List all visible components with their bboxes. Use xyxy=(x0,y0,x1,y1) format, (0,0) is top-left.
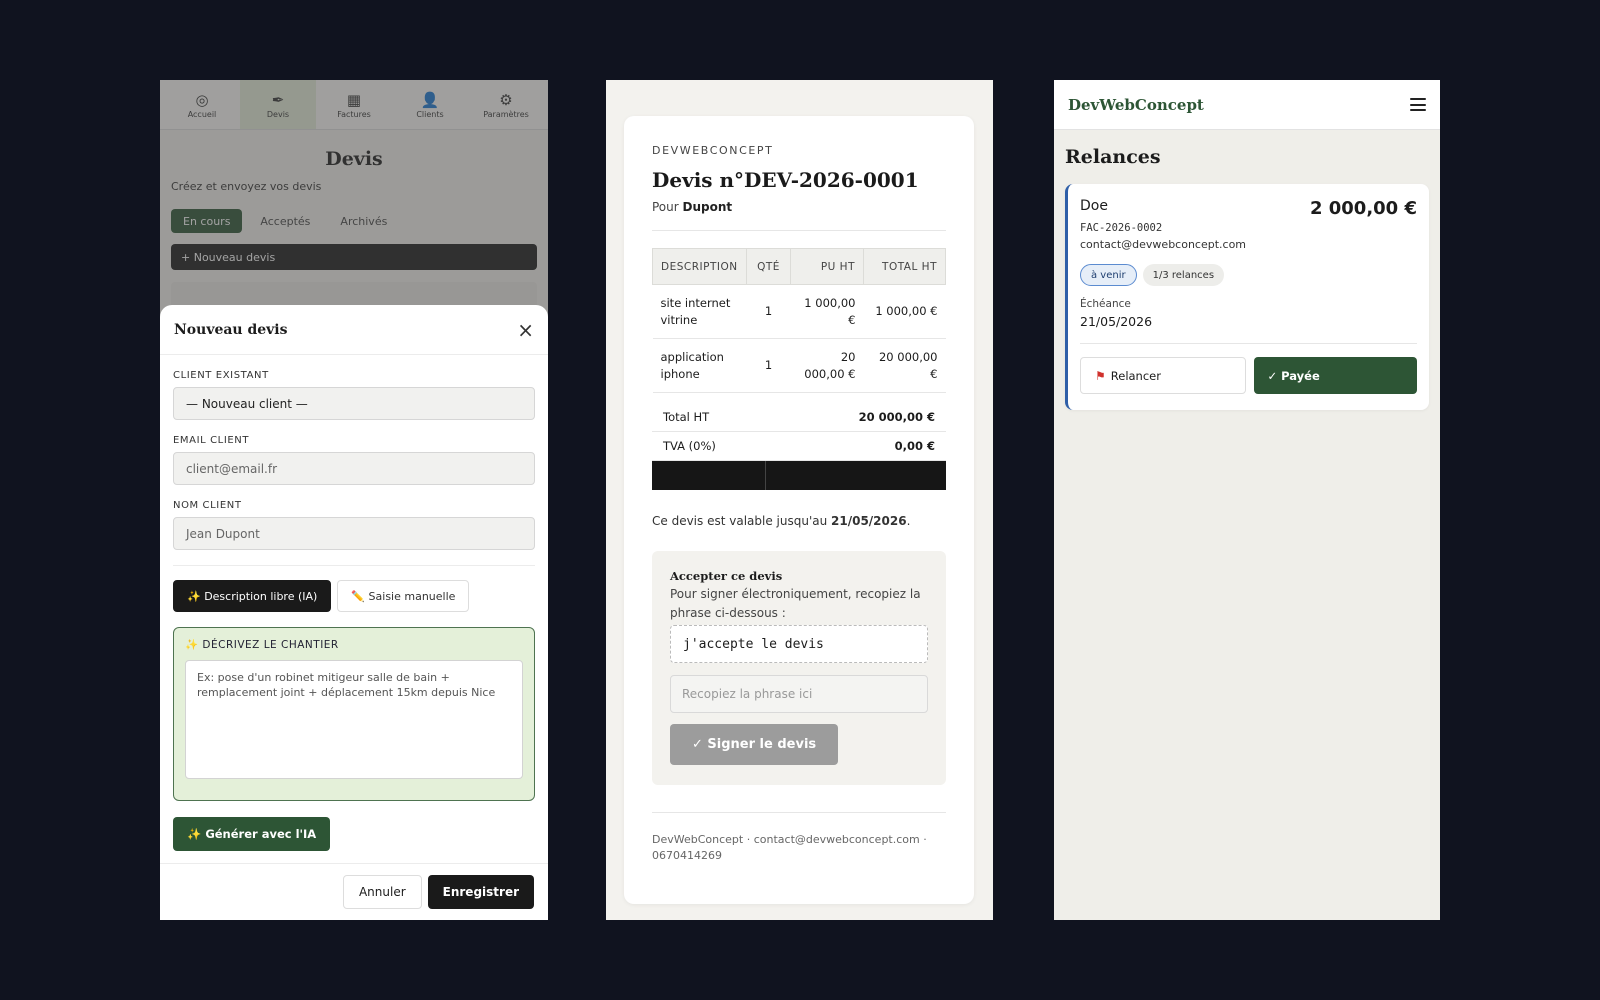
validity-prefix: Ce devis est valable jusqu'au xyxy=(652,514,832,528)
divider xyxy=(652,812,946,813)
email-label: EMAIL CLIENT xyxy=(173,435,250,446)
close-icon[interactable]: × xyxy=(517,320,534,340)
total-ht-value: 20 000,00 € xyxy=(858,410,935,424)
validity-date: 21/05/2026 xyxy=(831,514,907,528)
row-qty: 1 xyxy=(746,338,791,393)
app-header: DevWebConcept xyxy=(1054,80,1440,130)
invoice-ref: FAC-2026-0002 xyxy=(1080,222,1163,234)
name-label: NOM CLIENT xyxy=(173,500,242,511)
relancer-button[interactable]: ⚑ Relancer xyxy=(1080,357,1246,394)
totals: Total HT 20 000,00 € TVA (0%) 0,00 € xyxy=(652,403,946,490)
tva-row: TVA (0%) 0,00 € xyxy=(652,432,946,461)
total-ht-row: Total HT 20 000,00 € xyxy=(652,403,946,432)
signature-input[interactable]: Recopiez la phrase ici xyxy=(670,675,928,713)
row-unit-price: 20 000,00 € xyxy=(790,338,864,393)
signature-phrase: j'accepte le devis xyxy=(670,625,928,663)
accept-title: Accepter ce devis xyxy=(670,569,783,583)
page-title: Relances xyxy=(1065,146,1161,168)
col-total: TOTAL HT xyxy=(863,248,946,285)
col-qty: QTÉ xyxy=(746,248,791,285)
table-row: site internet vitrine 1 1 000,00 € 1 000… xyxy=(652,284,946,339)
cancel-button[interactable]: Annuler xyxy=(342,875,422,909)
mailbox-icon: ⚑ xyxy=(1095,368,1106,383)
quote-screen: DEVWEBCONCEPT Devis n°DEV-2026-0001 Pour… xyxy=(606,80,993,920)
accept-description: Pour signer électroniquement, recopiez l… xyxy=(670,587,921,620)
mark-paid-button[interactable]: ✓ Payée xyxy=(1253,357,1417,394)
accept-section: Accepter ce devis Pour signer électroniq… xyxy=(652,551,946,785)
col-unit-price: PU HT xyxy=(790,248,864,285)
due-label: Échéance xyxy=(1080,298,1131,310)
menu-icon[interactable] xyxy=(1410,98,1426,111)
client-email: contact@devwebconcept.com xyxy=(1080,238,1247,251)
col-description: DESCRIPTION xyxy=(652,248,747,285)
divider xyxy=(173,565,535,566)
mode-manual-button[interactable]: ✏️ Saisie manuelle xyxy=(337,580,470,612)
new-quote-modal: Nouveau devis × CLIENT EXISTANT — Nouvea… xyxy=(160,305,548,920)
generate-ai-button[interactable]: ✨ Générer avec l'IA xyxy=(173,817,331,851)
table-row: application iphone 1 20 000,00 € 20 000,… xyxy=(652,338,946,393)
mode-switch: ✨ Description libre (IA) ✏️ Saisie manue… xyxy=(173,580,535,612)
describe-label: ✨ DÉCRIVEZ LE CHANTIER xyxy=(185,639,339,651)
row-description: site internet vitrine xyxy=(652,284,747,339)
quote-title: Devis n°DEV-2026-0001 xyxy=(652,168,919,192)
divider xyxy=(652,230,946,231)
modal-title: Nouveau devis xyxy=(174,321,288,338)
total-ttc-label-cell xyxy=(652,461,766,490)
email-field[interactable]: client@email.fr xyxy=(173,452,535,485)
ai-description-box: ✨ DÉCRIVEZ LE CHANTIER Ex: pose d'un rob… xyxy=(173,627,535,801)
modal-header: Nouveau devis × xyxy=(160,305,548,355)
brand-name: DEVWEBCONCEPT xyxy=(652,144,774,157)
reminders-screen: DevWebConcept Relances Doe 2 000,00 € FA… xyxy=(1054,80,1440,920)
row-description: application iphone xyxy=(652,338,747,393)
badges: à venir 1/3 relances xyxy=(1080,264,1417,286)
divider xyxy=(1080,343,1417,344)
quote-recipient: Pour Dupont xyxy=(652,200,946,214)
validity-suffix: . xyxy=(906,514,911,528)
tva-label: TVA (0%) xyxy=(663,439,716,453)
sign-button[interactable]: ✓ Signer le devis xyxy=(670,724,839,765)
due-date: 21/05/2026 xyxy=(1080,314,1153,329)
quote-document: DEVWEBCONCEPT Devis n°DEV-2026-0001 Pour… xyxy=(624,116,974,904)
name-field[interactable]: Jean Dupont xyxy=(173,517,535,550)
quote-items-table: DESCRIPTION QTÉ PU HT TOTAL HT site inte… xyxy=(652,248,946,393)
reminder-count-badge: 1/3 relances xyxy=(1142,264,1225,286)
client-label: CLIENT EXISTANT xyxy=(173,370,269,381)
validity-note: Ce devis est valable jusqu'au 21/05/2026… xyxy=(652,514,946,528)
total-ttc-value-cell xyxy=(766,461,946,490)
description-textarea[interactable]: Ex: pose d'un robinet mitigeur salle de … xyxy=(185,660,523,779)
app-logo[interactable]: DevWebConcept xyxy=(1068,96,1204,114)
total-ttc-row xyxy=(652,461,946,490)
modal-footer: Annuler Enregistrer xyxy=(160,863,548,920)
client-name: Dupont xyxy=(682,200,733,214)
table-header-row: DESCRIPTION QTÉ PU HT TOTAL HT xyxy=(652,248,946,285)
row-qty: 1 xyxy=(746,284,791,339)
invoice-amount: 2 000,00 € xyxy=(1309,198,1417,219)
total-ht-label: Total HT xyxy=(663,410,710,424)
row-total: 20 000,00 € xyxy=(863,338,946,393)
save-button[interactable]: Enregistrer xyxy=(427,875,534,909)
card-actions: ⚑ Relancer ✓ Payée xyxy=(1080,357,1417,394)
row-unit-price: 1 000,00 € xyxy=(790,284,864,339)
status-badge: à venir xyxy=(1080,264,1137,286)
reminder-card: Doe 2 000,00 € FAC-2026-0002 contact@dev… xyxy=(1065,184,1429,410)
relancer-label: Relancer xyxy=(1110,368,1161,383)
devis-screen: ◎ Accueil ✒ Devis ▦ Factures 👤 Clients ⚙… xyxy=(160,80,548,920)
row-total: 1 000,00 € xyxy=(863,284,946,339)
document-footer: DevWebConcept · contact@devwebconcept.co… xyxy=(652,833,927,862)
client-select[interactable]: — Nouveau client — xyxy=(173,387,535,420)
client-name: Doe xyxy=(1080,198,1108,214)
recipient-prefix: Pour xyxy=(652,200,683,214)
mode-ai-button[interactable]: ✨ Description libre (IA) xyxy=(173,580,332,612)
tva-value: 0,00 € xyxy=(894,439,935,453)
